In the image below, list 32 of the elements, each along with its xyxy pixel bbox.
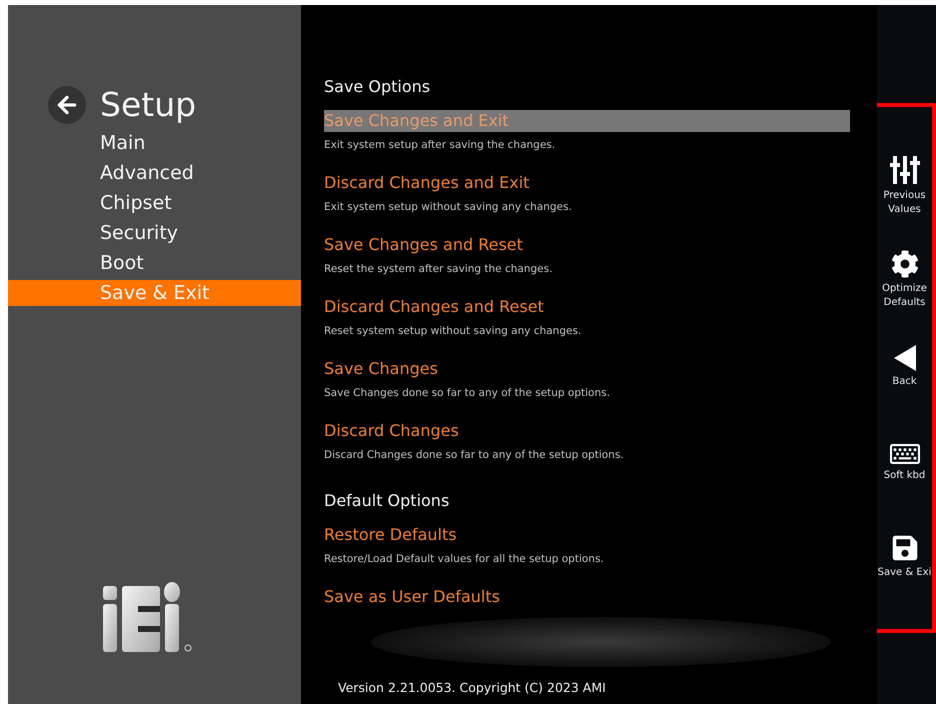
- option-description: Reset system setup without saving any changes.: [324, 324, 582, 339]
- option-item[interactable]: Discard Changes: [324, 420, 850, 442]
- menu-item[interactable]: Boot: [8, 250, 301, 276]
- menu-item[interactable]: Main: [8, 130, 301, 156]
- menu-item[interactable]: Security: [8, 220, 301, 246]
- section-heading: Save Options: [324, 76, 432, 98]
- action-button[interactable]: Previous Values: [877, 155, 932, 250]
- menu-item[interactable]: Chipset: [8, 190, 301, 216]
- option-description: Save Changes done so far to any of the setup options.: [324, 386, 611, 401]
- left-triangle-icon: [894, 344, 916, 371]
- version-text: Version 2.21.0053. Copyright (C) 2023 AMI: [338, 679, 607, 697]
- option-description: Exit system setup without saving any changes.: [324, 200, 573, 215]
- option-description: Reset the system after saving the changes.: [324, 262, 554, 277]
- option-item[interactable]: Discard Changes and Reset: [324, 296, 850, 318]
- back-button[interactable]: [48, 86, 86, 124]
- settings-icon: [890, 250, 918, 278]
- action-button[interactable]: Soft kbd: [877, 439, 932, 534]
- option-item[interactable]: Save Changes: [324, 358, 850, 380]
- option-item[interactable]: Discard Changes and Exit: [324, 172, 850, 194]
- option-description: Restore/Load Default values for all the setup options.: [324, 552, 605, 567]
- option-description: Exit system setup after saving the changes.: [324, 138, 556, 153]
- section-heading: Default Options: [324, 490, 450, 512]
- sliders-icon: [890, 155, 920, 185]
- action-button[interactable]: Back: [877, 344, 932, 440]
- option-item[interactable]: Restore Defaults: [324, 524, 850, 546]
- option-description: Discard Changes done so far to any of the setup options.: [324, 448, 625, 463]
- setup-title: Setup: [100, 84, 196, 126]
- option-item[interactable]: Save Changes and Reset: [324, 234, 850, 256]
- option-item[interactable]: Save as User Defaults: [324, 586, 850, 608]
- action-button[interactable]: Optimize Defaults: [877, 250, 932, 345]
- action-button[interactable]: Save & Exi: [877, 534, 932, 629]
- menu-item[interactable]: Advanced: [8, 160, 301, 186]
